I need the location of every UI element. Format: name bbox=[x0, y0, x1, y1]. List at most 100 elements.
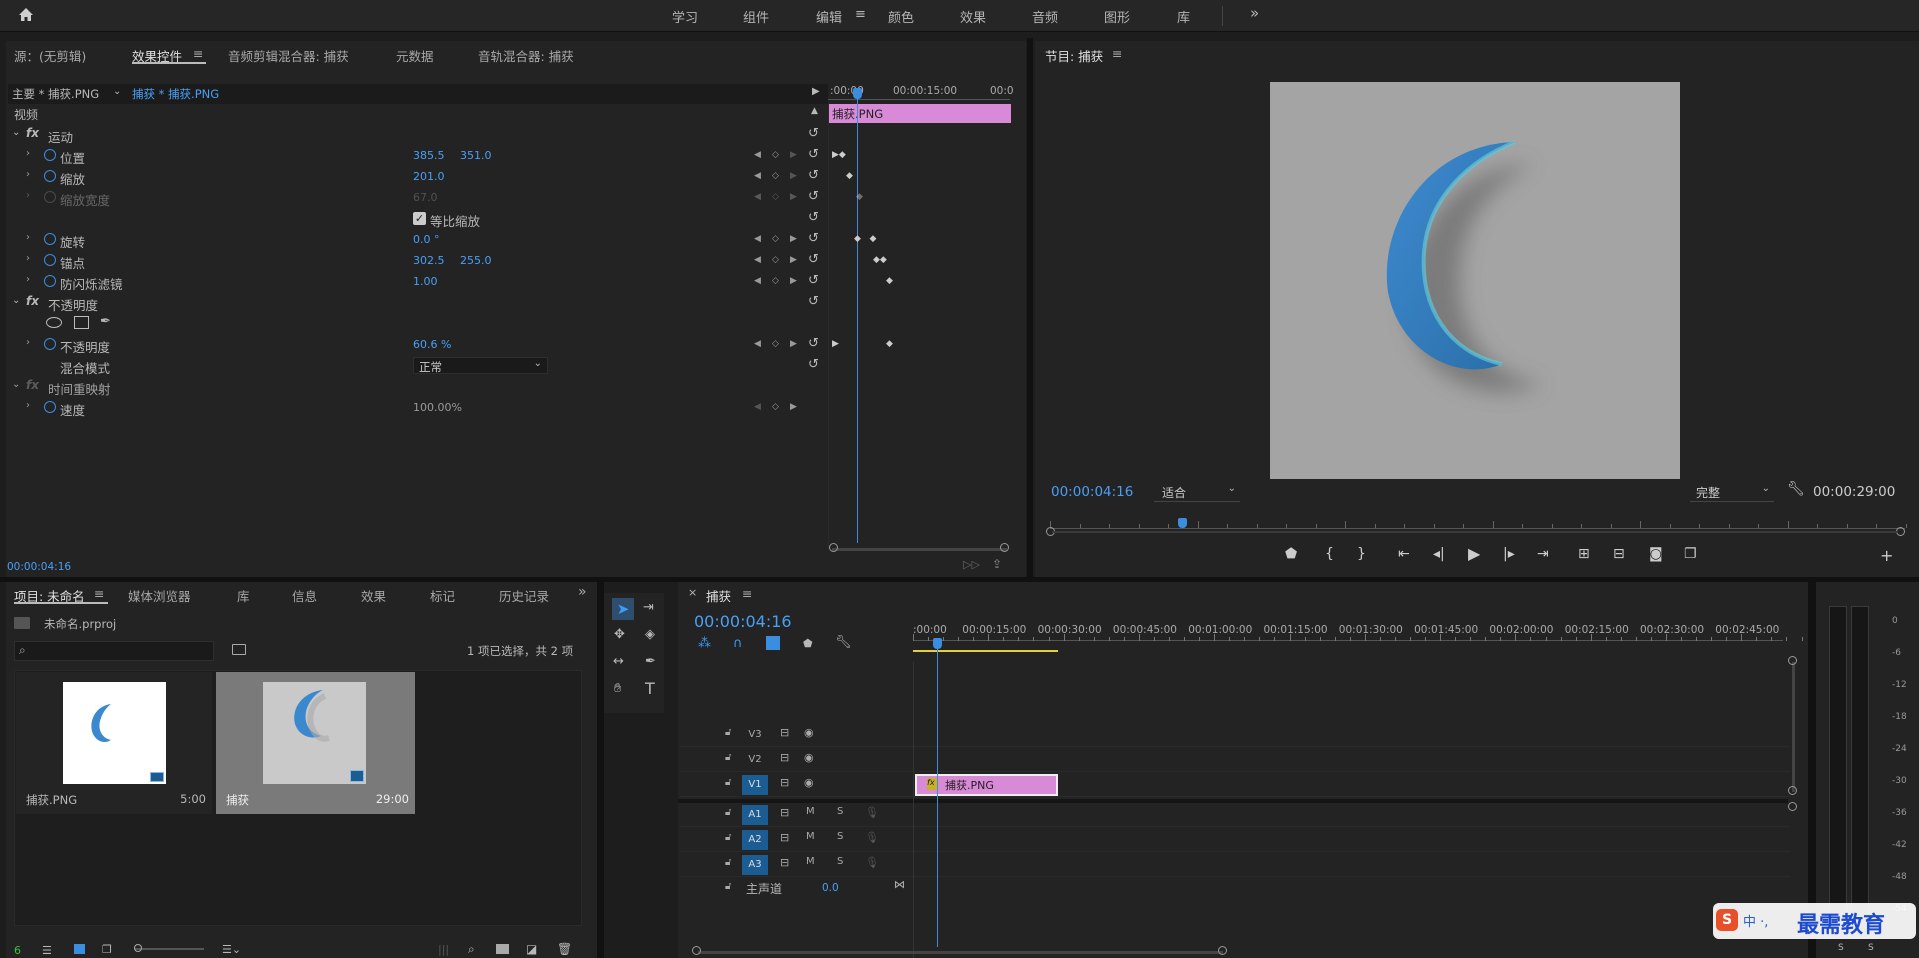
go-to-out-icon[interactable]: ⇥ bbox=[1537, 546, 1549, 562]
lock-icon[interactable]: 🔓︎ bbox=[725, 857, 731, 868]
collapse-up-icon[interactable]: ▲ bbox=[811, 106, 818, 116]
workspace-assembly[interactable]: 组件 bbox=[743, 7, 769, 26]
workspace-color[interactable]: 颜色 bbox=[888, 7, 914, 26]
keyframe-icon[interactable]: ◆ bbox=[886, 339, 893, 349]
rotation-value[interactable]: 0.0 ° bbox=[413, 233, 440, 246]
add-keyframe-icon[interactable]: ◇ bbox=[772, 255, 779, 265]
master-volume-value[interactable]: 0.0 bbox=[822, 882, 839, 894]
scroll-handle-icon[interactable] bbox=[829, 543, 838, 552]
more-panels-icon[interactable]: » bbox=[578, 584, 587, 600]
uniform-scale-checkbox[interactable]: ✓ bbox=[413, 212, 426, 225]
keyframe-icon[interactable]: ▶◆ bbox=[832, 150, 846, 160]
solo-button[interactable]: S bbox=[837, 806, 843, 817]
mute-button[interactable]: M bbox=[806, 806, 815, 817]
new-search-bin-icon[interactable] bbox=[232, 644, 246, 655]
prev-keyframe-icon[interactable]: ◀ bbox=[754, 150, 761, 160]
stopwatch-icon[interactable] bbox=[44, 275, 56, 287]
mark-out-icon[interactable]: } bbox=[1357, 546, 1366, 562]
scroll-handle-icon[interactable] bbox=[1788, 656, 1797, 665]
go-to-in-icon[interactable]: ⇤ bbox=[1398, 546, 1410, 562]
sort-icon[interactable]: ☰⌄ bbox=[222, 943, 241, 956]
tab-libraries[interactable]: 库 bbox=[237, 586, 250, 605]
reset-icon[interactable]: ↺ bbox=[808, 126, 819, 141]
reset-icon[interactable]: ↺ bbox=[808, 168, 819, 183]
trash-icon[interactable]: 🗑︎ bbox=[557, 942, 572, 956]
add-keyframe-icon[interactable]: ◇ bbox=[772, 276, 779, 286]
prev-keyframe-icon[interactable]: ◀ bbox=[754, 402, 761, 412]
track-name[interactable]: A2 bbox=[742, 830, 768, 850]
position-y-value[interactable]: 351.0 bbox=[460, 149, 492, 162]
eye-icon[interactable]: ◉ bbox=[804, 776, 814, 789]
zoom-handle-icon[interactable] bbox=[134, 944, 142, 952]
keyframe-icon[interactable]: ◆ bbox=[846, 171, 853, 181]
expand-chevron-icon[interactable]: ⌄ bbox=[12, 295, 20, 306]
export-icon[interactable]: ⇪ bbox=[992, 557, 1002, 571]
next-keyframe-icon[interactable]: ▶ bbox=[790, 255, 797, 265]
master-clip-label[interactable]: 主要 * 捕获.PNG bbox=[12, 86, 99, 102]
stopwatch-icon[interactable] bbox=[44, 233, 56, 245]
microphone-icon[interactable]: 🎙︎ bbox=[865, 831, 879, 844]
speed-value[interactable]: 100.00% bbox=[413, 401, 462, 414]
resolution-select[interactable]: 完整 ⌄ bbox=[1690, 482, 1774, 502]
tab-markers[interactable]: 标记 bbox=[430, 586, 455, 605]
scroll-handle-icon[interactable] bbox=[1788, 786, 1797, 795]
tab-info[interactable]: 信息 bbox=[292, 586, 317, 605]
extract-icon[interactable]: ⊟ bbox=[1613, 546, 1625, 562]
sync-lock-icon[interactable]: ⊟ bbox=[780, 831, 789, 844]
home-icon[interactable] bbox=[18, 7, 34, 22]
play-icon[interactable]: ▶ bbox=[1468, 544, 1480, 563]
expand-chevron-icon[interactable]: › bbox=[26, 253, 30, 264]
reset-icon[interactable]: ↺ bbox=[808, 147, 819, 162]
track-select-tool-icon[interactable]: ⇥ bbox=[643, 600, 654, 615]
solo-button[interactable]: S bbox=[837, 856, 843, 867]
more-workspaces-icon[interactable]: » bbox=[1250, 4, 1259, 22]
keyframe-icon[interactable]: ▶ bbox=[832, 339, 839, 349]
add-marker-icon[interactable]: ⬟ bbox=[803, 637, 813, 650]
hand-tool-icon[interactable]: ✋︎ bbox=[614, 681, 621, 696]
type-tool-icon[interactable]: T bbox=[645, 679, 655, 698]
expand-chevron-icon[interactable]: ⌄ bbox=[12, 127, 20, 138]
work-area-bar[interactable] bbox=[913, 650, 1058, 652]
lock-icon[interactable]: 🔓︎ bbox=[725, 777, 731, 788]
reset-icon[interactable]: ↺ bbox=[808, 336, 819, 351]
master-expand-icon[interactable]: ⋈ bbox=[894, 878, 905, 891]
sync-lock-icon[interactable]: ⊟ bbox=[780, 856, 789, 869]
program-scrubber[interactable] bbox=[1050, 518, 1907, 532]
compare-icon[interactable]: ❐ bbox=[1684, 546, 1697, 562]
track-name[interactable]: A1 bbox=[742, 805, 768, 825]
add-keyframe-icon[interactable]: ◇ bbox=[772, 339, 779, 349]
sequence-clip-label[interactable]: 捕获 * 捕获.PNG bbox=[132, 86, 219, 102]
ec-zoom-scrollbar[interactable] bbox=[832, 548, 1007, 551]
project-item-selected[interactable]: 捕获 29:00 bbox=[216, 672, 415, 814]
expand-chevron-icon[interactable]: › bbox=[26, 169, 30, 180]
next-keyframe-icon[interactable]: ▶ bbox=[790, 150, 797, 160]
add-keyframe-icon[interactable]: ◇ bbox=[772, 402, 779, 412]
stopwatch-icon[interactable] bbox=[44, 254, 56, 266]
close-icon[interactable]: × bbox=[688, 586, 697, 599]
timeline-vscroll[interactable] bbox=[1792, 662, 1795, 792]
lock-icon[interactable]: 🔓︎ bbox=[725, 727, 731, 738]
keyframe-icon[interactable]: ◆ ◆ bbox=[854, 234, 876, 244]
slip-tool-icon[interactable]: ↔ bbox=[613, 654, 624, 669]
expand-chevron-icon[interactable]: › bbox=[26, 148, 30, 159]
scroll-handle-icon[interactable] bbox=[692, 946, 701, 955]
workspace-learn[interactable]: 学习 bbox=[672, 7, 698, 26]
reset-icon[interactable]: ↺ bbox=[808, 273, 819, 288]
microphone-icon[interactable]: 🎙︎ bbox=[865, 806, 879, 819]
solo-right-button[interactable]: S bbox=[1868, 943, 1874, 953]
rectangle-mask-icon[interactable] bbox=[74, 316, 89, 329]
expand-chevron-icon[interactable]: › bbox=[26, 232, 30, 243]
selection-tool-icon[interactable]: ➤ bbox=[612, 598, 634, 620]
anchor-x-value[interactable]: 302.5 bbox=[413, 254, 445, 267]
scroll-handle-icon[interactable] bbox=[1218, 946, 1227, 955]
opacity-value[interactable]: 60.6 % bbox=[413, 338, 451, 351]
snap-icon[interactable]: ∩ bbox=[733, 636, 743, 651]
scale-value[interactable]: 201.0 bbox=[413, 170, 445, 183]
track-name[interactable]: V2 bbox=[742, 750, 768, 770]
eye-icon[interactable]: ◉ bbox=[804, 726, 814, 739]
expand-chevron-icon[interactable]: › bbox=[26, 400, 30, 411]
next-keyframe-icon[interactable]: ▶ bbox=[790, 234, 797, 244]
find-icon[interactable]: ⌕ bbox=[468, 942, 475, 957]
lock-icon[interactable]: 🔓︎ bbox=[725, 807, 731, 818]
ec-playhead[interactable] bbox=[857, 88, 858, 543]
